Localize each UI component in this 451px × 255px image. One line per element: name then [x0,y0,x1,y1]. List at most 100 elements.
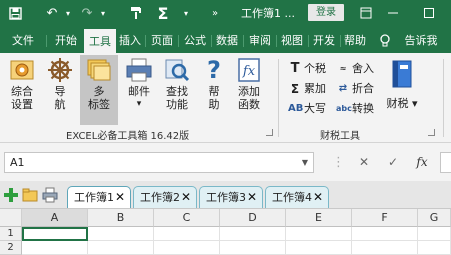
workbook-tab-4[interactable]: 工作簿4 ✕ [265,186,329,208]
redo-dropdown-icon[interactable]: ▾ [94,4,112,22]
workbook-tab-1[interactable]: 工作簿1 ✕ [67,186,131,208]
workbook-tabs-bar: 工作簿1 ✕ 工作簿2 ✕ 工作簿3 ✕ 工作簿4 ✕ [0,181,451,209]
accumulate-label: 累加 [304,82,326,95]
toolbox-group-label: EXCEL必备工具箱 16.42版 [66,131,190,142]
cancel-icon[interactable]: ✕ [356,154,372,170]
multi-tab-button[interactable]: 多 标签 [80,55,118,125]
sigma-icon: Σ [290,82,300,96]
name-box-value: A1 [10,156,25,169]
workbook-tab-3[interactable]: 工作簿3 ✕ [199,186,263,208]
tab-tools[interactable]: 工具 [84,29,116,53]
select-all-corner[interactable] [0,209,22,227]
name-box-dropdown-icon[interactable]: ▼ [302,153,308,172]
autosum-icon[interactable]: Σ [154,4,172,23]
help-label-1: 帮 [208,85,220,98]
navigation-button[interactable]: 导 航 [46,57,74,123]
cell-e1[interactable] [286,227,352,241]
find-function-label-1: 查找 [166,85,188,98]
tab-home[interactable]: 开始 [49,31,83,51]
tab-formulas[interactable]: 公式 [181,31,209,51]
name-box[interactable]: A1 ▼ [4,152,314,173]
formula-input[interactable] [440,152,451,173]
general-settings-button[interactable]: 综合 设置 [6,57,38,123]
print-workbook-icon[interactable] [42,187,58,203]
more-icon[interactable]: » [206,4,224,22]
formula-separator: ⋮ [332,155,345,170]
row-header-2[interactable]: 2 [0,241,22,255]
workbook-tab-2[interactable]: 工作簿2 ✕ [133,186,197,208]
ribbon-display-icon[interactable] [357,4,375,22]
accumulate-button[interactable]: Σ 累加 [288,81,326,97]
help-button[interactable]: ? 帮 助 [200,57,228,123]
login-button[interactable]: 登录 [308,4,344,21]
uppercase-button[interactable]: AB大写 [288,101,326,117]
cell-b2[interactable] [88,241,154,255]
uppercase-icon: AB [288,103,304,114]
minimize-icon[interactable] [384,4,402,22]
cell-a1[interactable] [22,227,88,241]
close-icon[interactable]: ✕ [181,187,191,208]
cell-c2[interactable] [154,241,220,255]
column-header-d[interactable]: D [220,209,286,227]
enter-icon[interactable]: ✓ [385,154,401,170]
convert-rate-label: 折合 [352,82,374,95]
income-tax-button[interactable]: T 个税 [288,61,326,77]
close-icon[interactable]: ✕ [247,187,257,208]
tell-me-search[interactable]: 告诉我 [400,31,442,51]
question-mark-icon: ? [207,56,221,84]
cell-g1[interactable] [418,227,451,241]
close-icon[interactable]: ✕ [313,187,323,208]
mail-button[interactable]: 邮件 ▾ [122,57,156,123]
round-icon: ≈ [339,64,347,73]
undo-dropdown-icon[interactable]: ▾ [59,4,77,22]
column-header-e[interactable]: E [286,209,352,227]
ribbon-tabs: 文件 开始 工具 插入 页面 公式 数据 审阅 视图 开发 帮助 告诉我 [0,26,451,53]
row-header-1[interactable]: 1 [0,227,22,241]
cell-c1[interactable] [154,227,220,241]
column-header-c[interactable]: C [154,209,220,227]
column-header-g[interactable]: G [418,209,451,227]
cell-e2[interactable] [286,241,352,255]
tab-file[interactable]: 文件 [6,31,40,51]
finance-tax-button[interactable]: 财税 ▾ [380,59,424,123]
tab-review[interactable]: 审阅 [246,31,274,51]
tab-developer[interactable]: 开发 [310,31,338,51]
tab-view[interactable]: 视图 [278,31,306,51]
multi-tab-label-1: 多 [93,85,105,98]
cell-g2[interactable] [418,241,451,255]
round-label: 舍入 [352,62,374,75]
save-icon[interactable] [6,4,24,22]
column-header-f[interactable]: F [352,209,418,227]
abc-convert-icon: abc [336,104,352,113]
new-workbook-icon[interactable] [3,187,19,203]
add-function-button[interactable]: fx 添加 函数 [232,57,266,123]
column-header-a[interactable]: A [22,209,88,227]
sum-dropdown-icon[interactable]: ▾ [177,4,195,22]
tab-data[interactable]: 数据 [213,31,241,51]
open-folder-icon[interactable] [22,187,38,203]
tab-insert[interactable]: 插入 [117,31,143,51]
mail-dropdown-icon: ▾ [136,99,142,109]
lightbulb-icon[interactable] [378,31,392,51]
tab-help[interactable]: 帮助 [341,31,369,51]
cell-d1[interactable] [220,227,286,241]
maximize-icon[interactable] [420,4,438,22]
convert-rate-button[interactable]: ⇄ 折合 [336,81,374,97]
toolbox-group-launcher-icon[interactable] [266,129,273,136]
title-bar: ↶ ▾ ↷ ▾ Σ ▾ » 工作簿1 ... 登录 [0,0,451,26]
column-header-b[interactable]: B [88,209,154,227]
finance-group-launcher-icon[interactable] [428,129,435,136]
format-painter-icon[interactable] [127,4,145,22]
tab-page[interactable]: 页面 [148,31,176,51]
transform-button[interactable]: abc转换 [336,101,374,117]
income-tax-label: 个税 [304,62,326,75]
insert-function-icon[interactable]: fx [414,154,430,170]
round-button[interactable]: ≈ 舍入 [336,61,374,77]
cell-f1[interactable] [352,227,418,241]
cell-b1[interactable] [88,227,154,241]
find-function-button[interactable]: 查找 功能 [160,57,194,123]
cell-f2[interactable] [352,241,418,255]
close-icon[interactable]: ✕ [115,187,125,208]
cell-a2[interactable] [22,241,88,255]
cell-d2[interactable] [220,241,286,255]
